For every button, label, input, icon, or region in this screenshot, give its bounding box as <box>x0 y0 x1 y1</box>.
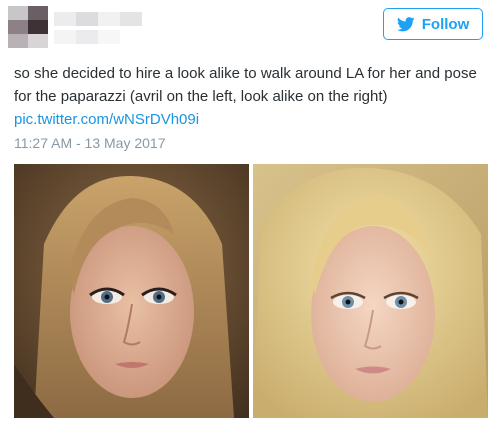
left-photo[interactable] <box>14 164 249 418</box>
right-photo[interactable] <box>253 164 488 418</box>
tweet-media <box>14 164 488 418</box>
twitter-bird-icon <box>396 16 415 32</box>
tweet-timestamp[interactable]: 11:27 AM - 13 May 2017 <box>14 133 166 153</box>
follow-label: Follow <box>421 15 470 33</box>
tweet-media-link[interactable]: pic.twitter.com/wNSrDVh09i <box>14 108 199 131</box>
author-avatar-pixelated[interactable] <box>8 6 148 48</box>
tweet-text: so she decided to hire a look alike to w… <box>14 65 477 105</box>
follow-button[interactable]: Follow <box>383 8 483 40</box>
tweet-card: Follow so she decided to hire a look ali… <box>0 0 500 422</box>
